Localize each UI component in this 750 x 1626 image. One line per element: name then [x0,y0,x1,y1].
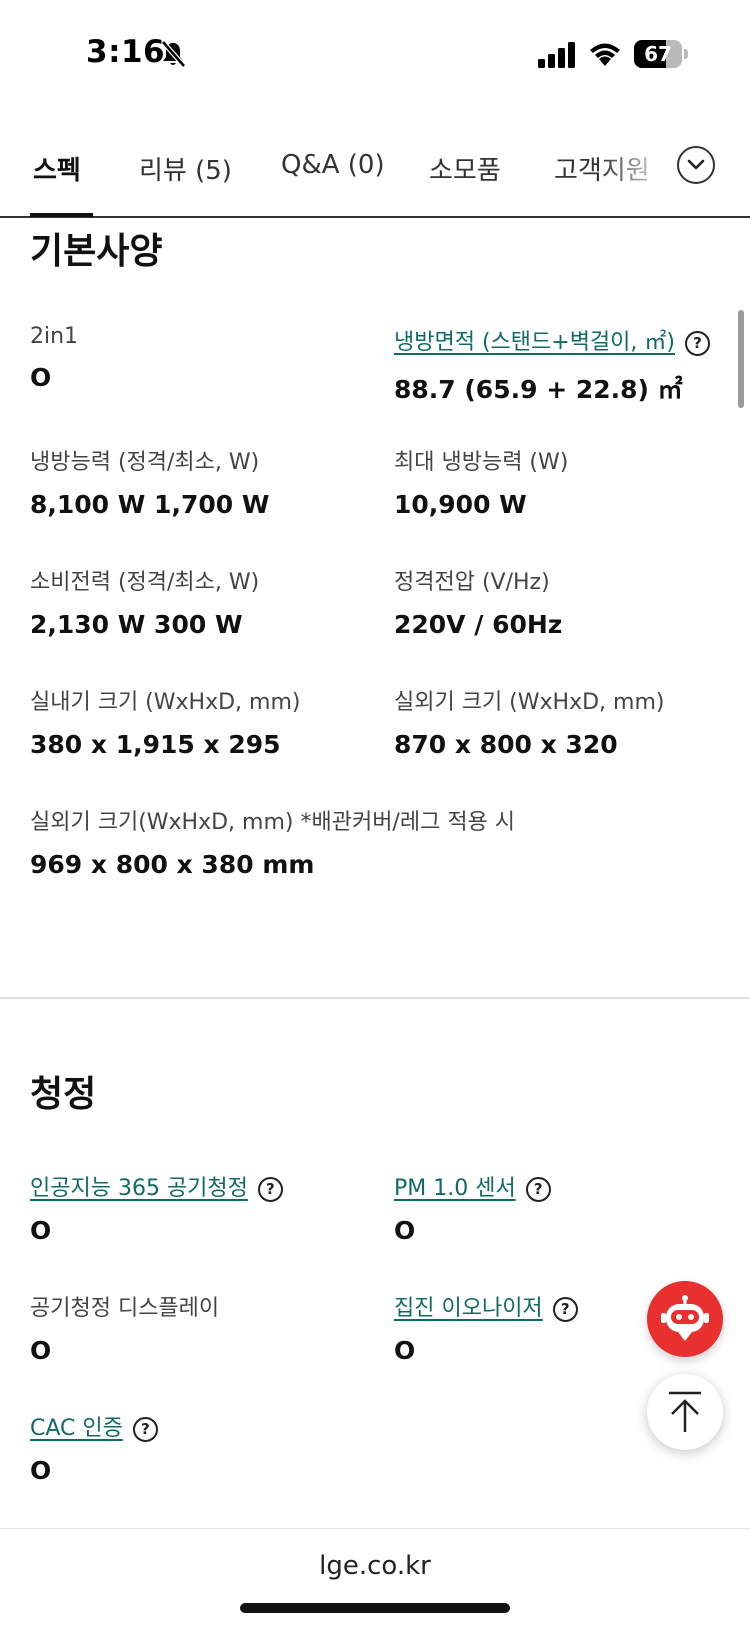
spec-label: 공기청정 디스플레이 [30,1296,220,1321]
battery-indicator: 67 [634,40,688,68]
spec-label: 2in1 [30,324,79,349]
section-title-basic: 기본사양 [30,231,163,272]
spec-label: 정격전압 (V/Hz) [394,570,550,595]
spec-item: 소비전력 (정격/최소, W) 2,130 W 300 W [30,564,370,639]
url-text[interactable]: lge.co.kr [0,1551,750,1581]
robot-icon [661,1295,709,1341]
spec-label-link[interactable]: PM 1.0 센서 [394,1176,516,1201]
battery-body: 67 [634,40,682,68]
spec-label-link[interactable]: 인공지능 365 공기청정 [30,1176,248,1201]
active-tab-indicator [30,213,93,217]
spec-item: 실내기 크기 (WxHxD, mm) 380 x 1,915 x 295 [30,684,370,759]
tab-qna[interactable]: Q&A (0) [281,150,385,180]
spec-item: 인공지능 365 공기청정? O [30,1170,370,1245]
spec-value: 380 x 1,915 x 295 [30,730,281,759]
spec-value: 88.7 (65.9 + 22.8) ㎡ [394,375,683,404]
spec-item: CAC 인증? O [30,1410,370,1485]
spec-item: 실외기 크기 (WxHxD, mm) 870 x 800 x 320 [394,684,734,759]
spec-value: 969 x 800 x 380 mm [30,850,315,879]
spec-item: 최대 냉방능력 (W) 10,900 W [394,444,734,519]
help-icon[interactable]: ? [684,331,710,356]
product-tab-bar: 스펙 리뷰 (5) Q&A (0) 소모품 고객지원 [0,130,750,218]
spec-label: 실내기 크기 (WxHxD, mm) [30,690,301,715]
tab-consumables[interactable]: 소모품 [429,150,501,187]
section-title-purification: 청정 [30,1074,97,1115]
section-divider [0,997,750,999]
help-icon[interactable]: ? [525,1177,551,1202]
spec-label-link[interactable]: CAC 인증 [30,1416,123,1441]
tab-spec[interactable]: 스펙 [33,150,81,187]
status-bar: 3:16 67 [0,0,750,110]
spec-item: 냉방능력 (정격/최소, W) 8,100 W 1,700 W [30,444,370,519]
spec-value: O [30,1216,52,1245]
help-icon[interactable]: ? [132,1417,158,1442]
wifi-icon [590,43,620,66]
chatbot-button[interactable] [647,1281,723,1357]
spec-label: 실외기 크기(WxHxD, mm) *배관커버/레그 적용 시 [30,810,516,835]
spec-value: O [30,1456,52,1485]
spec-item: 공기청정 디스플레이 O [30,1290,370,1365]
spec-item: PM 1.0 센서? O [394,1170,734,1245]
spec-label: 실외기 크기 (WxHxD, mm) [394,690,665,715]
tab-overflow-fade [600,130,750,214]
bell-off-icon [161,40,186,68]
spec-item: 2in1 O [30,324,370,392]
spec-value: 2,130 W 300 W [30,610,243,639]
spec-value: O [394,1216,416,1245]
spec-label-link[interactable]: 집진 이오나이저 [394,1296,543,1321]
spec-label: 소비전력 (정격/최소, W) [30,570,260,595]
battery-nub [684,49,688,59]
spec-label: 최대 냉방능력 (W) [394,450,569,475]
spec-label: 냉방능력 (정격/최소, W) [30,450,260,475]
more-tabs-button[interactable] [677,146,715,184]
arrow-up-icon [669,1391,701,1432]
spec-value: 8,100 W 1,700 W [30,490,270,519]
status-time: 3:16 [86,34,166,70]
tab-reviews[interactable]: 리뷰 (5) [139,150,232,187]
chevron-down-icon [687,159,705,170]
spec-value: O [30,1336,52,1365]
spec-item: 정격전압 (V/Hz) 220V / 60Hz [394,564,734,639]
spec-value: 870 x 800 x 320 [394,730,618,759]
help-icon[interactable]: ? [552,1297,578,1322]
spec-value: 10,900 W [394,490,527,519]
home-indicator[interactable] [240,1603,510,1613]
spec-item: 실외기 크기(WxHxD, mm) *배관커버/레그 적용 시 969 x 80… [30,804,710,879]
browser-address-bar[interactable]: lge.co.kr [0,1528,750,1626]
battery-level: 67 [644,42,672,66]
spec-value: O [30,363,52,392]
cellular-signal-icon [538,42,575,68]
spec-label-link[interactable]: 냉방면적 (스탠드+벽걸이, ㎡) [394,330,675,355]
spec-value: 220V / 60Hz [394,610,563,639]
scroll-to-top-button[interactable] [647,1374,723,1450]
help-icon[interactable]: ? [257,1177,283,1202]
spec-item: 냉방면적 (스탠드+벽걸이, ㎡)? 88.7 (65.9 + 22.8) ㎡ [394,324,744,406]
